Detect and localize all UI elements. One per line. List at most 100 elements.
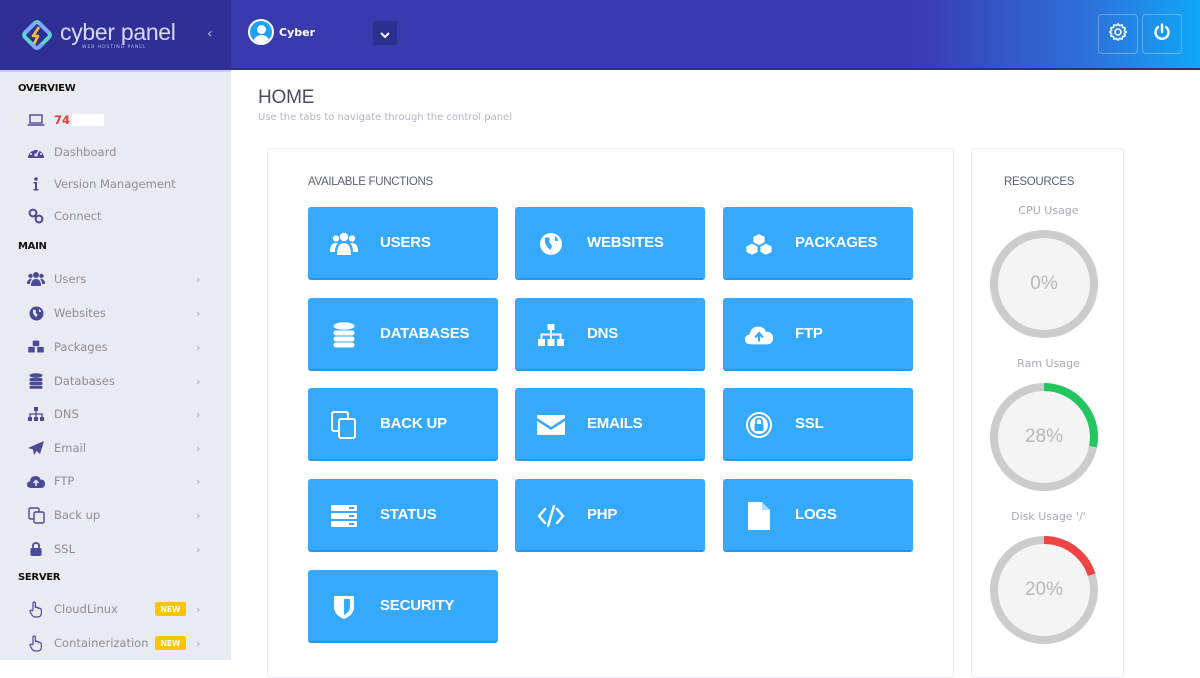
ram-usage-value: 28% bbox=[1024, 426, 1064, 447]
hand-pointer-icon bbox=[27, 634, 45, 652]
disk-usage-value: 20% bbox=[1024, 579, 1064, 600]
back-up-button[interactable]: BACK UP bbox=[308, 388, 498, 461]
chevron-right-icon: › bbox=[196, 542, 201, 556]
sidebar-item-packages[interactable]: Packages › bbox=[0, 332, 231, 362]
security-button[interactable]: SECURITY bbox=[308, 570, 498, 643]
chevron-right-icon: › bbox=[196, 374, 201, 388]
user-menu[interactable]: Cyber bbox=[248, 19, 315, 45]
database-icon bbox=[27, 372, 45, 390]
file-icon bbox=[745, 502, 773, 530]
sidebar-item-back-up[interactable]: Back up › bbox=[0, 500, 231, 530]
version-management-label: Version Management bbox=[54, 177, 176, 191]
page-subtitle: Use the tabs to navigate through the con… bbox=[258, 112, 512, 123]
top-header: cyber panel WEB HOSTING PANEL ‹ Cyber bbox=[0, 0, 1200, 70]
new-badge: NEW bbox=[155, 636, 186, 650]
ftp-label: FTP bbox=[54, 474, 75, 488]
sidebar-item-dns[interactable]: DNS › bbox=[0, 399, 231, 429]
ssl-label: SSL bbox=[54, 542, 76, 556]
sidebar-item-version-management[interactable]: Version Management bbox=[0, 169, 231, 199]
cubes-icon bbox=[745, 231, 773, 257]
ssl-label: SSL bbox=[795, 415, 824, 432]
packages-button[interactable]: PACKAGES bbox=[723, 207, 913, 280]
section-title-server: SERVER bbox=[18, 572, 61, 583]
sidebar-item-cloudlinux[interactable]: CloudLinux NEW › bbox=[0, 594, 231, 624]
dns-button[interactable]: DNS bbox=[515, 298, 705, 371]
chevron-right-icon: › bbox=[196, 306, 201, 320]
sidebar-item-dashboard[interactable]: Dashboard bbox=[0, 137, 231, 167]
power-icon bbox=[1152, 22, 1172, 46]
sidebar-item-connect[interactable]: Connect bbox=[0, 201, 231, 231]
databases-label: DATABASES bbox=[380, 325, 470, 342]
paper-plane-icon bbox=[27, 439, 45, 457]
databases-button[interactable]: DATABASES bbox=[308, 298, 498, 371]
sidebar-item-containerization[interactable]: Containerization NEW › bbox=[0, 628, 231, 658]
redacted-ip-mask bbox=[72, 114, 104, 126]
section-title-overview: OVERVIEW bbox=[18, 83, 76, 94]
sidebar-item-server-ip[interactable]: 74 54 bbox=[0, 105, 231, 135]
lock-icon bbox=[745, 412, 773, 438]
ssl-button[interactable]: SSL bbox=[723, 388, 913, 461]
chevron-right-icon: › bbox=[196, 340, 201, 354]
emails-label: EMAILS bbox=[587, 415, 643, 432]
hand-pointer-icon bbox=[27, 600, 45, 618]
user-name: Cyber bbox=[279, 25, 316, 39]
gear-icon bbox=[1108, 22, 1128, 46]
envelope-icon bbox=[537, 412, 565, 438]
dns-label: DNS bbox=[587, 325, 619, 342]
users-button[interactable]: USERS bbox=[308, 207, 498, 280]
dns-label: DNS bbox=[54, 407, 79, 421]
lock-icon bbox=[27, 540, 45, 558]
new-badge: NEW bbox=[155, 602, 186, 616]
ram-usage-gauge: 28% bbox=[989, 382, 1099, 492]
containerization-label: Containerization bbox=[54, 636, 149, 650]
chevron-right-icon: › bbox=[196, 441, 201, 455]
ftp-button[interactable]: FTP bbox=[723, 298, 913, 371]
chevron-down-icon bbox=[380, 24, 390, 43]
sidebar-item-ssl[interactable]: SSL › bbox=[0, 534, 231, 564]
user-dropdown-button[interactable] bbox=[373, 21, 397, 45]
emails-button[interactable]: EMAILS bbox=[515, 388, 705, 461]
php-label: PHP bbox=[587, 506, 618, 523]
sidebar-collapse-button[interactable]: ‹ bbox=[207, 26, 213, 42]
ram-usage-label: Ram Usage bbox=[1017, 357, 1080, 370]
page-title: HOME bbox=[258, 87, 315, 108]
users-label: USERS bbox=[380, 234, 431, 251]
sidebar-item-users[interactable]: Users › bbox=[0, 264, 231, 294]
sidebar-item-databases[interactable]: Databases › bbox=[0, 366, 231, 396]
sidebar-item-email[interactable]: Email › bbox=[0, 433, 231, 463]
users-label: Users bbox=[54, 272, 87, 286]
users-icon bbox=[330, 231, 358, 257]
logs-button[interactable]: LOGS bbox=[723, 479, 913, 552]
link-icon bbox=[27, 207, 45, 225]
websites-button[interactable]: WEBSITES bbox=[515, 207, 705, 280]
cloudlinux-label: CloudLinux bbox=[54, 602, 118, 616]
sidebar-item-websites[interactable]: Websites › bbox=[0, 298, 231, 328]
status-label: STATUS bbox=[380, 506, 437, 523]
chevron-right-icon: › bbox=[196, 508, 201, 522]
chevron-right-icon: › bbox=[196, 474, 201, 488]
resources-heading: RESOURCES bbox=[1004, 176, 1075, 188]
server-icon bbox=[330, 503, 358, 529]
logout-button[interactable] bbox=[1142, 14, 1182, 54]
back-up-label: BACK UP bbox=[380, 415, 447, 432]
resources-panel: RESOURCES CPU Usage 0% Ram Usage 28% Dis… bbox=[971, 148, 1124, 678]
cubes-icon bbox=[27, 338, 45, 356]
avatar bbox=[248, 19, 274, 45]
brand-subtitle: WEB HOSTING PANEL bbox=[82, 44, 147, 50]
disk-usage-gauge: 20% bbox=[989, 535, 1099, 645]
php-button[interactable]: PHP bbox=[515, 479, 705, 552]
packages-label: Packages bbox=[54, 340, 108, 354]
laptop-icon bbox=[27, 111, 45, 129]
cpu-usage-label: CPU Usage bbox=[1018, 204, 1079, 217]
info-icon bbox=[27, 175, 45, 193]
available-functions-panel: AVAILABLE FUNCTIONS USERS WEBSITES PACKA… bbox=[267, 148, 954, 678]
cyberpanel-logo-icon[interactable] bbox=[20, 18, 54, 52]
security-label: SECURITY bbox=[380, 597, 455, 614]
topbar: Cyber bbox=[231, 0, 1200, 70]
websites-label: Websites bbox=[54, 306, 106, 320]
sidebar-item-ftp[interactable]: FTP › bbox=[0, 466, 231, 496]
database-icon bbox=[330, 322, 358, 348]
status-button[interactable]: STATUS bbox=[308, 479, 498, 552]
dashboard-icon bbox=[27, 143, 45, 161]
settings-button[interactable] bbox=[1098, 14, 1138, 54]
